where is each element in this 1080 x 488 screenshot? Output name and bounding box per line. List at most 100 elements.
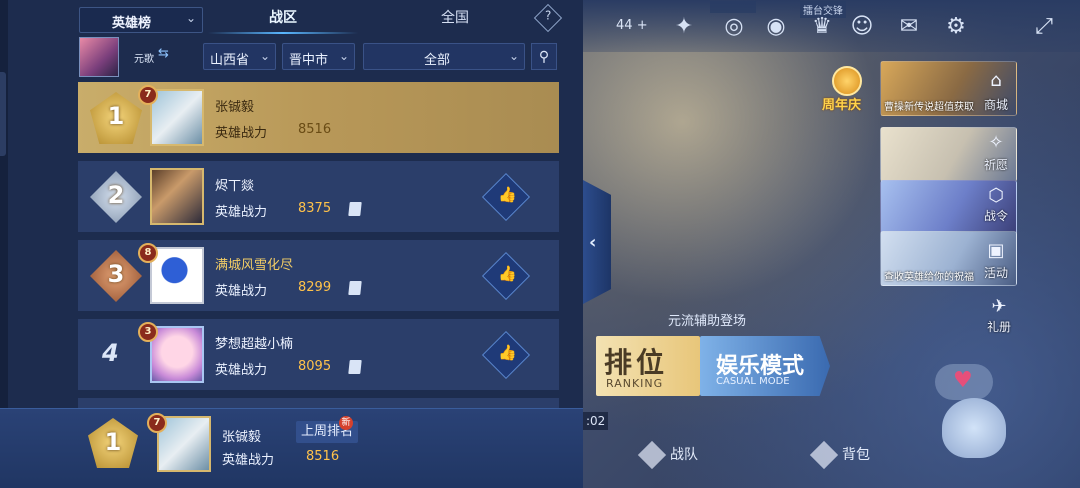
anniversary-event[interactable]: 周年庆 <box>822 66 874 113</box>
power-score: 8516 <box>298 122 332 137</box>
like-button[interactable]: 👍 <box>481 330 531 380</box>
side-handle[interactable] <box>0 72 6 156</box>
ranked-mode-label: 排位 <box>604 346 669 379</box>
ranked-mode-english: RANKING <box>606 377 664 390</box>
scope-select[interactable]: 全部 ⌄ <box>363 43 525 70</box>
thumbs-up-icon: 👍 <box>498 185 518 204</box>
battle-pass-card[interactable]: ⬡ 战令 <box>880 180 1017 235</box>
battle-pass-icon: ⬡ <box>988 185 1004 206</box>
leaderboard-type-select[interactable]: 英雄榜 ⌄ <box>79 7 203 33</box>
city-select[interactable]: 晋中市 ⌄ <box>282 43 355 70</box>
gift-icon[interactable]: ✈ <box>987 296 1011 317</box>
anniversary-label: 周年庆 <box>822 98 862 113</box>
wish-card[interactable]: ✧ 祈愿 <box>880 127 1017 182</box>
rank-number: 2 <box>107 181 125 209</box>
tab-national[interactable]: 全国 <box>380 6 530 34</box>
eye-icon[interactable]: ◉ <box>762 13 790 41</box>
power-label: 英雄战力 <box>215 363 268 378</box>
team-button[interactable]: 战队 <box>637 440 698 470</box>
resource-count-value: 44 <box>616 18 633 33</box>
list-item[interactable]: 1 7 张铖毅 英雄战力 8516 <box>78 82 559 153</box>
event-card-caption: 查收英雄给你的祝福 <box>884 272 974 283</box>
power-score: 8095 <box>298 359 332 374</box>
power-label: 英雄战力 <box>215 205 268 220</box>
list-item[interactable]: 4 3 梦想超越小楠 英雄战力 8095 👍 <box>78 319 559 390</box>
battle-pass-label: 战令 <box>983 209 1008 223</box>
scope-value: 全部 <box>424 53 451 68</box>
target-icon[interactable]: ◎ <box>720 13 748 41</box>
level-badge: 8 <box>138 243 158 263</box>
ranked-mode-button[interactable]: 排位 RANKING <box>596 336 700 396</box>
rank-emblem-icon[interactable]: ✦ <box>670 13 698 41</box>
settings-gear-icon[interactable]: ⚙ <box>942 13 970 41</box>
friends-icon[interactable]: ☺ <box>848 13 876 41</box>
location-pin-icon: ⚲ <box>538 49 550 65</box>
tab-region[interactable]: 战区 <box>208 6 358 34</box>
power-score: 8299 <box>298 280 332 295</box>
my-player-name: 张铖毅 <box>222 430 262 445</box>
city-value: 晋中市 <box>289 53 329 68</box>
add-resource-button[interactable]: + <box>637 18 648 33</box>
avatar[interactable] <box>150 168 204 225</box>
rank-number: 1 <box>107 102 125 130</box>
casual-mode-english: CASUAL MODE <box>716 376 790 387</box>
wish-icon: ✧ <box>988 132 1004 153</box>
wish-label: 祈愿 <box>983 158 1008 172</box>
bag-button[interactable]: 背包 <box>809 440 870 470</box>
my-power-label: 英雄战力 <box>222 453 275 468</box>
new-badge: 新 <box>339 416 353 430</box>
rank-number: 3 <box>107 260 125 288</box>
avatar[interactable] <box>150 326 204 383</box>
shop-label: 商城 <box>983 98 1008 112</box>
fullscreen-icon[interactable]: ⤢ <box>1030 13 1058 41</box>
thumbs-up-icon: 👍 <box>498 264 518 283</box>
like-button[interactable]: 👍 <box>481 172 531 222</box>
province-select[interactable]: 山西省 ⌄ <box>203 43 276 70</box>
like-button[interactable]: 👍 <box>481 251 531 301</box>
level-badge: 7 <box>138 85 158 105</box>
avatar[interactable] <box>150 247 204 304</box>
leaderboard-type-label: 英雄榜 <box>112 16 152 31</box>
power-score: 8375 <box>298 201 332 216</box>
help-button[interactable]: ? <box>533 3 563 33</box>
list-item[interactable]: 2 烬丅燚 英雄战力 8375 👍 <box>78 161 559 232</box>
location-pin-button[interactable]: ⚲ <box>531 43 557 70</box>
chevron-down-icon: ⌄ <box>338 49 349 63</box>
hero-avatar[interactable] <box>79 37 119 77</box>
heart-bubble[interactable]: ♥ <box>935 364 993 400</box>
collapse-panel-button[interactable]: ‹ <box>583 180 611 304</box>
timer-chip: :02 <box>583 412 609 430</box>
avatar[interactable] <box>150 89 204 146</box>
event-card[interactable]: 查收英雄给你的祝福 ▣ 活动 <box>880 231 1017 286</box>
mascot-image[interactable] <box>942 398 1006 458</box>
my-level-badge: 7 <box>147 413 167 433</box>
heart-icon: ♥ <box>953 368 973 393</box>
player-name: 张铖毅 <box>215 100 255 115</box>
power-label: 英雄战力 <box>215 284 268 299</box>
card-icon[interactable] <box>346 359 364 375</box>
bag-icon <box>809 440 839 470</box>
gift-label[interactable]: 礼册 <box>984 318 1014 335</box>
thumbs-up-icon: 👍 <box>498 343 518 362</box>
chevron-down-icon: ⌄ <box>259 49 270 63</box>
swap-hero-icon[interactable]: ⇆ <box>158 46 169 61</box>
top-tab-placeholder <box>710 1 756 13</box>
card-icon[interactable] <box>346 280 364 296</box>
bag-label: 背包 <box>842 447 870 463</box>
chevron-down-icon: ⌄ <box>185 11 196 25</box>
chevron-down-icon: ⌄ <box>508 49 519 63</box>
anniversary-badge-icon <box>832 66 862 96</box>
promo-text[interactable]: 元流辅助登场 <box>668 310 746 329</box>
power-label: 英雄战力 <box>215 126 268 141</box>
shop-card[interactable]: 曹操新传说超值获取 ⌂ 商城 <box>880 61 1017 116</box>
event-icon: ▣ <box>987 240 1005 261</box>
mail-icon[interactable]: ✉ <box>895 13 923 41</box>
list-item[interactable]: 3 8 满城风雪化尽 英雄战力 8299 👍 <box>78 240 559 311</box>
casual-mode-button[interactable]: 娱乐模式 CASUAL MODE <box>700 336 830 396</box>
team-icon <box>637 440 667 470</box>
trophy-icon[interactable]: ♛ <box>808 13 836 41</box>
leaderboard-panel: 英雄榜 ⌄ 战区 全国 ? 元歌 ⇆ 山西省 ⌄ 晋中市 ⌄ 全部 ⌄ ⚲ 1 … <box>0 0 583 488</box>
card-icon[interactable] <box>346 201 364 217</box>
shop-card-caption: 曹操新传说超值获取 <box>884 102 974 113</box>
help-icon: ? <box>544 8 552 23</box>
